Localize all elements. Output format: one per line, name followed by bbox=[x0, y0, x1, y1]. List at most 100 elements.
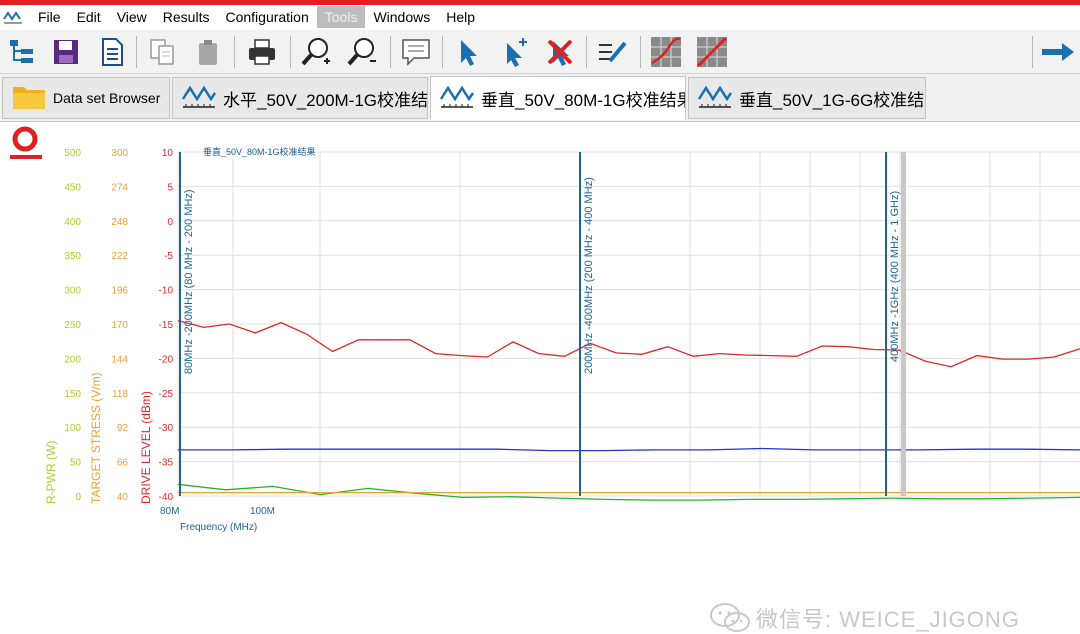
stress-tick-label: 248 bbox=[111, 217, 128, 228]
stress-axis-title: TARGET STRESS (V/m) bbox=[89, 372, 103, 504]
menu-results[interactable]: Results bbox=[155, 6, 218, 28]
rpwr-tick-label: 500 bbox=[64, 148, 81, 159]
range-marker-label: 400MHz -1GHz (400 MHz - 1 GHz) bbox=[889, 191, 901, 362]
save-icon[interactable] bbox=[48, 34, 84, 70]
drive-tick-label: -15 bbox=[159, 320, 174, 331]
menu-windows[interactable]: Windows bbox=[365, 6, 438, 28]
drive-tick-label: -25 bbox=[159, 389, 174, 400]
paste-icon[interactable] bbox=[190, 34, 226, 70]
tab-vertical-80m-1g[interactable]: 垂直_50V_80M-1G校准结果 bbox=[430, 76, 686, 120]
menu-bar: File Edit View Results Configuration Too… bbox=[0, 5, 1080, 29]
menu-view[interactable]: View bbox=[109, 6, 155, 28]
graph-icon[interactable] bbox=[648, 34, 684, 70]
waveform-icon bbox=[439, 81, 475, 116]
drive-tick-label: 5 bbox=[167, 182, 173, 193]
toolbar-separator bbox=[136, 36, 137, 68]
drive-tick-label: -20 bbox=[159, 354, 174, 365]
range-marker-label: 80MHz -200MHz (80 MHz - 200 MHz) bbox=[183, 189, 195, 374]
rpwr-tick-label: 100 bbox=[64, 423, 81, 434]
tab-label: 水平_50V_200M-1G校准结果 bbox=[223, 90, 428, 110]
rpwr-axis-title: R-PWR (W) bbox=[44, 441, 58, 504]
rpwr-tick-label: 50 bbox=[70, 458, 82, 469]
zoom-in-icon[interactable] bbox=[298, 34, 334, 70]
copy-icon[interactable] bbox=[144, 34, 180, 70]
menu-edit[interactable]: Edit bbox=[69, 6, 109, 28]
rpwr-axis: 500450400350300250200150100500 bbox=[64, 148, 81, 503]
tree-view-icon[interactable] bbox=[4, 34, 40, 70]
zoom-out-icon[interactable] bbox=[344, 34, 380, 70]
tab-horizontal-200m-1g[interactable]: 水平_50V_200M-1G校准结果 bbox=[172, 77, 428, 119]
rpwr-tick-label: 300 bbox=[64, 286, 81, 297]
tab-data-set-browser[interactable]: Data set Browser bbox=[2, 77, 170, 119]
x-axis-title: Frequency (MHz) bbox=[180, 522, 257, 533]
stress-tick-label: 92 bbox=[117, 423, 129, 434]
x-axis: 80M 100M bbox=[160, 506, 275, 517]
series-line-1 bbox=[178, 447, 1080, 452]
chart-grid bbox=[177, 151, 1080, 497]
menu-tools[interactable]: Tools bbox=[316, 6, 366, 28]
stress-tick-label: 170 bbox=[111, 320, 128, 331]
stress-tick-label: 40 bbox=[117, 492, 129, 503]
pointer-add-icon[interactable] bbox=[496, 34, 532, 70]
print-icon[interactable] bbox=[244, 34, 280, 70]
chart-series bbox=[177, 319, 1080, 501]
drive-tick-label: -35 bbox=[159, 458, 174, 469]
toolbar bbox=[0, 30, 1080, 74]
drive-tick-label: 0 bbox=[167, 217, 173, 228]
drive-axis: 10 5 0 -5 -10 -15 -20 -25 -30 -35 -40 bbox=[159, 148, 174, 503]
toolbar-separator bbox=[1032, 36, 1033, 68]
rpwr-tick-label: 150 bbox=[64, 389, 81, 400]
watermark: 微信号: WEICE_JIGONG bbox=[708, 602, 1020, 634]
toolbar-separator bbox=[290, 36, 291, 68]
stress-tick-label: 66 bbox=[117, 458, 129, 469]
edit-list-icon[interactable] bbox=[594, 34, 630, 70]
chart[interactable]: 500450400350300250200150100500 300274248… bbox=[0, 122, 1080, 550]
logo-icon bbox=[10, 126, 42, 159]
toolbar-separator bbox=[390, 36, 391, 68]
stress-tick-label: 274 bbox=[111, 182, 128, 193]
rpwr-tick-label: 450 bbox=[64, 182, 81, 193]
waveform-icon bbox=[181, 81, 217, 116]
app-icon[interactable] bbox=[2, 8, 24, 26]
graph-disabled-icon[interactable] bbox=[694, 34, 730, 70]
toolbar-separator bbox=[586, 36, 587, 68]
rpwr-tick-label: 200 bbox=[64, 354, 81, 365]
tab-bar: Data set Browser 水平_50V_200M-1G校准结果 垂直_5… bbox=[0, 74, 1080, 122]
x-tick-label: 80M bbox=[160, 506, 179, 517]
stress-tick-label: 196 bbox=[111, 286, 128, 297]
range-marker-label: 200MHz -400MHz (200 MHz - 400 MHz) bbox=[583, 177, 595, 374]
rpwr-tick-label: 0 bbox=[75, 492, 81, 503]
stress-axis: 300 274 248 222 196 170 144 118 92 66 40 bbox=[111, 148, 128, 503]
toolbar-separator bbox=[442, 36, 443, 68]
stress-tick-label: 222 bbox=[111, 251, 128, 262]
marker-shadow bbox=[901, 152, 906, 496]
stress-tick-label: 144 bbox=[111, 354, 128, 365]
drive-axis-title: DRIVE LEVEL (dBm) bbox=[139, 391, 153, 504]
menu-help[interactable]: Help bbox=[438, 6, 483, 28]
pointer-icon[interactable] bbox=[450, 34, 486, 70]
plot-area: 500 450 400 350 300 250 200 150 100 50 0 300 274 248… bbox=[0, 122, 1080, 632]
drive-tick-label: -10 bbox=[159, 286, 174, 297]
toolbar-separator bbox=[640, 36, 641, 68]
menu-file[interactable]: File bbox=[30, 6, 69, 28]
tab-vertical-1g-6g[interactable]: 垂直_50V_1G-6G校准结果 bbox=[688, 77, 926, 119]
folder-icon bbox=[11, 81, 47, 116]
chart-title: 垂直_50V_80M-1G校准结果 bbox=[203, 146, 316, 157]
arrow-right-icon[interactable] bbox=[1040, 34, 1076, 70]
drive-tick-label: 10 bbox=[162, 148, 174, 159]
document-icon[interactable] bbox=[94, 34, 130, 70]
waveform-icon bbox=[697, 81, 733, 116]
pointer-delete-icon[interactable] bbox=[542, 34, 578, 70]
tab-label: 垂直_50V_80M-1G校准结果 bbox=[481, 90, 686, 110]
rpwr-tick-label: 350 bbox=[64, 251, 81, 262]
drive-tick-label: -30 bbox=[159, 423, 174, 434]
comment-icon[interactable] bbox=[398, 34, 434, 70]
toolbar-separator bbox=[234, 36, 235, 68]
stress-tick-label: 300 bbox=[111, 148, 128, 159]
drive-tick-label: -40 bbox=[159, 492, 174, 503]
menu-configuration[interactable]: Configuration bbox=[217, 6, 316, 28]
series-line-0 bbox=[177, 319, 1080, 368]
rpwr-tick-label: 400 bbox=[64, 217, 81, 228]
tab-label: 垂直_50V_1G-6G校准结果 bbox=[739, 90, 926, 110]
watermark-text: 微信号: WEICE_JIGONG bbox=[756, 607, 1020, 632]
